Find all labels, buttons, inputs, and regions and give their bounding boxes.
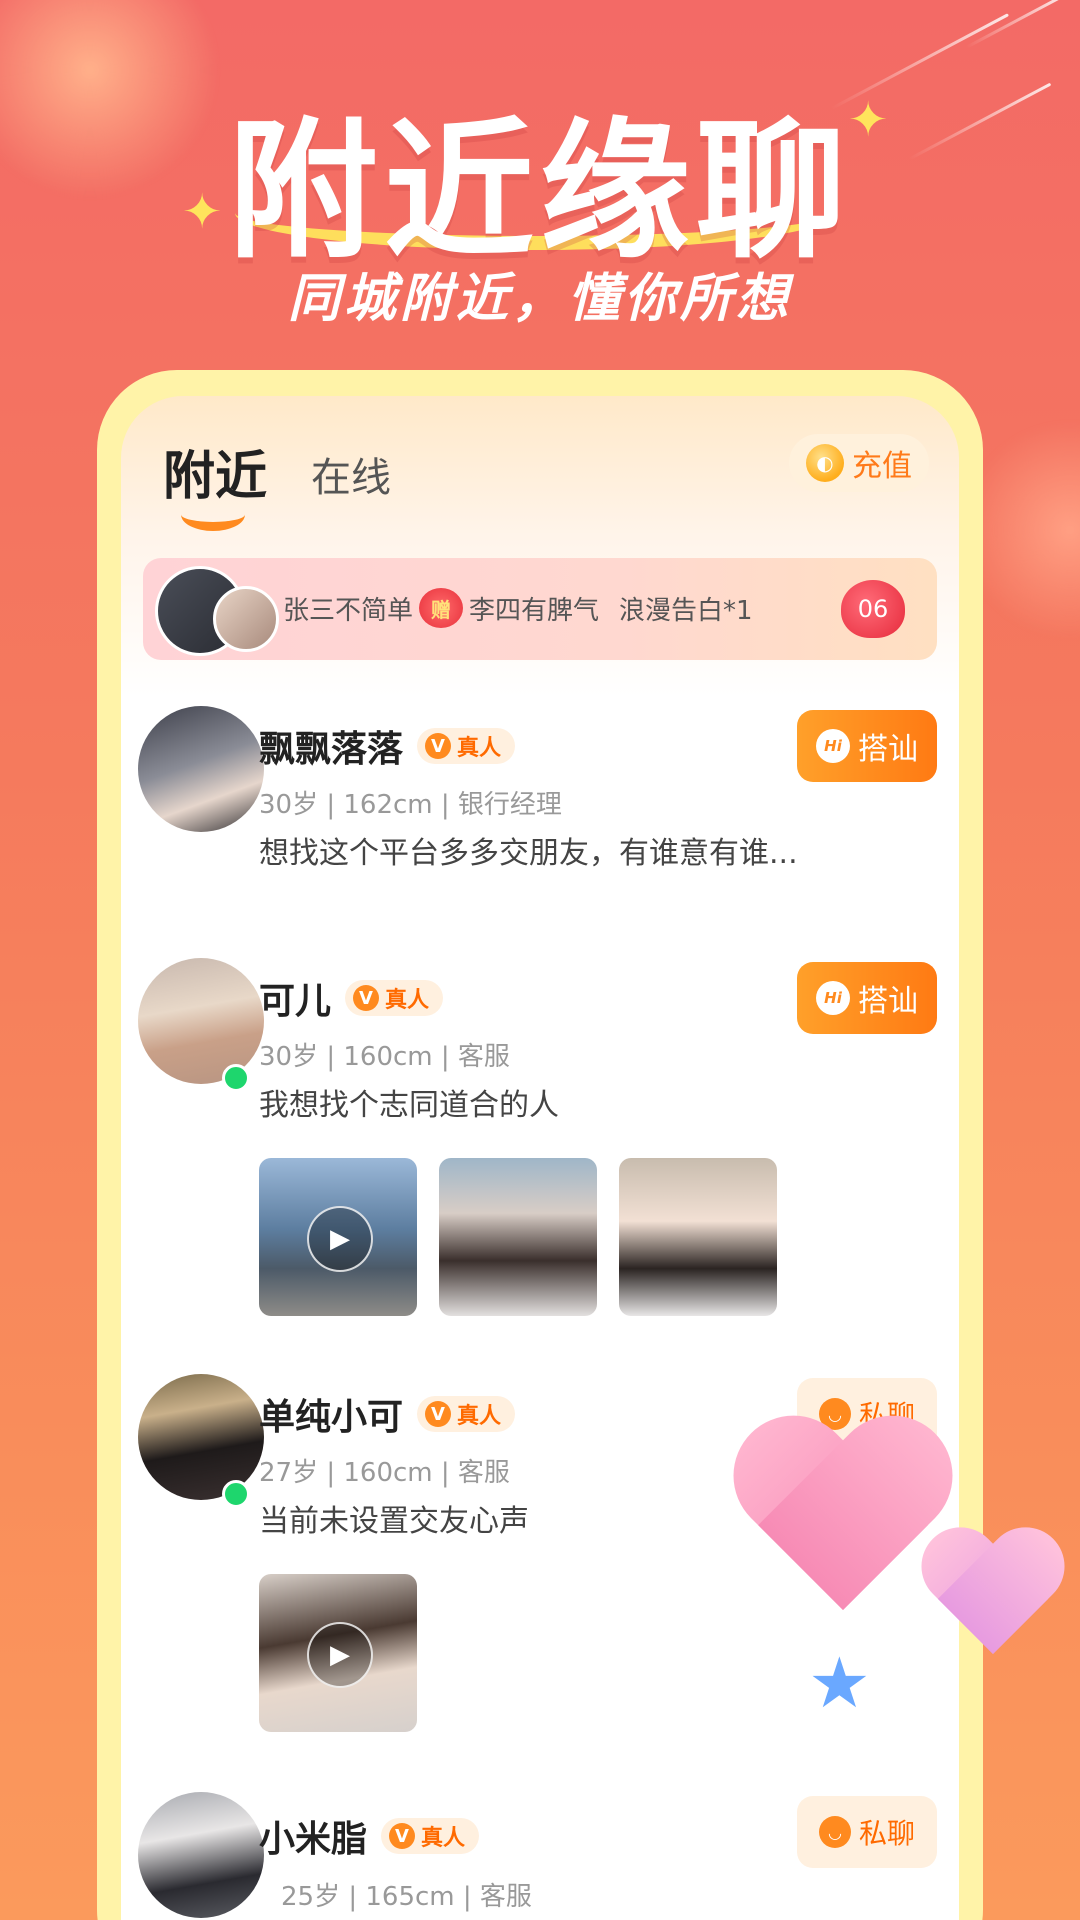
coin-icon: ◐ xyxy=(806,444,844,482)
hi-icon: Hi xyxy=(816,729,850,763)
gift-icon: 赠 xyxy=(419,588,464,628)
verified-label: 真人 xyxy=(421,1826,466,1851)
avatar xyxy=(213,586,279,652)
tab-online[interactable]: 在线 xyxy=(311,445,391,503)
hi-icon: Hi xyxy=(816,981,850,1015)
photo-thumbnail[interactable] xyxy=(619,1158,777,1316)
page-subtitle: 同城附近，懂你所想 xyxy=(287,269,792,329)
chat-label: 私聊 xyxy=(858,1817,915,1850)
verified-label: 真人 xyxy=(457,736,502,761)
heart-icon xyxy=(918,1530,1068,1680)
verified-icon: V xyxy=(425,1401,452,1427)
list-item[interactable]: 小米脂 V 真人 25岁 | 165cm | 客服 ◡ 私聊 xyxy=(121,1792,959,1920)
list-item[interactable]: 可儿 V 真人 30岁 | 160cm | 客服 我想找个志同道合的人 Hi 搭… xyxy=(121,958,959,1338)
avatar[interactable] xyxy=(138,958,264,1084)
recharge-button[interactable]: ◐ 充值 xyxy=(789,434,929,492)
verified-label: 真人 xyxy=(457,1404,502,1429)
name-row: 可儿 V 真人 xyxy=(259,972,444,1024)
chat-icon: ◡ xyxy=(818,1816,851,1848)
hearts-decoration: ★ xyxy=(728,1420,1078,1724)
user-meta: 25岁 | 165cm | 客服 xyxy=(281,1882,532,1912)
user-name: 单纯小可 xyxy=(259,1397,404,1438)
video-thumbnail[interactable]: ▶ xyxy=(259,1158,417,1316)
verified-badge: V 真人 xyxy=(345,980,444,1016)
greet-button[interactable]: Hi 搭讪 xyxy=(797,962,937,1034)
tab-bar: 附近 在线 xyxy=(163,434,391,531)
gift-banner[interactable]: 张三不简单 赠 李四有脾气 浪漫告白*1 06 xyxy=(143,558,937,660)
avatar[interactable] xyxy=(138,706,264,832)
user-meta: 27岁 | 160cm | 客服 xyxy=(259,1458,510,1488)
tab-nearby[interactable]: 附近 xyxy=(163,434,267,531)
receiver-name: 李四有脾气 xyxy=(469,595,600,626)
avatar[interactable] xyxy=(138,1374,264,1500)
verified-icon: V xyxy=(425,733,452,759)
name-row: 单纯小可 V 真人 xyxy=(259,1388,516,1440)
user-name: 小米脂 xyxy=(259,1819,368,1860)
gift-message: 张三不简单 赠 李四有脾气 浪漫告白*1 xyxy=(283,588,753,628)
star-icon: ★ xyxy=(808,1642,871,1724)
app-page: ✦ ✦ 附近缘聊 同城附近，懂你所想 附近 在线 ◐ 充值 张三不简单 赠 李四… xyxy=(0,0,1080,1920)
verified-badge: V 真人 xyxy=(417,728,516,764)
online-indicator xyxy=(222,1480,250,1508)
sender-name: 张三不简单 xyxy=(283,595,414,626)
play-icon[interactable]: ▶ xyxy=(307,1206,373,1272)
video-thumbnail[interactable]: ▶ xyxy=(259,1574,417,1732)
user-meta: 30岁 | 160cm | 客服 xyxy=(259,1042,510,1072)
user-bio: 我想找个志同道合的人 xyxy=(259,1088,559,1123)
verified-badge: V 真人 xyxy=(381,1818,480,1854)
photo-thumbnail[interactable] xyxy=(439,1158,597,1316)
recharge-label: 充值 xyxy=(852,449,912,484)
private-chat-button[interactable]: ◡ 私聊 xyxy=(797,1796,937,1868)
play-icon[interactable]: ▶ xyxy=(307,1622,373,1688)
page-title: 附近缘聊 xyxy=(227,105,852,279)
user-bio: 当前未设置交友心声 xyxy=(259,1504,529,1539)
verified-badge: V 真人 xyxy=(417,1396,516,1432)
user-name: 可儿 xyxy=(259,981,332,1022)
name-row: 飘飘落落 V 真人 xyxy=(259,720,516,772)
verified-label: 真人 xyxy=(385,988,430,1013)
heart-count-badge: 06 xyxy=(841,580,905,638)
active-tab-indicator xyxy=(181,498,245,531)
verified-icon: V xyxy=(389,1823,416,1849)
light-streak xyxy=(965,0,1065,49)
avatar[interactable] xyxy=(138,1792,264,1918)
online-indicator xyxy=(222,1064,250,1092)
user-bio: 想找这个平台多多交朋友，有谁意有谁... xyxy=(259,836,798,871)
greet-button[interactable]: Hi 搭讪 xyxy=(797,710,937,782)
user-meta: 30岁 | 162cm | 银行经理 xyxy=(259,790,562,820)
greet-label: 搭讪 xyxy=(858,732,918,767)
list-item[interactable]: 飘飘落落 V 真人 30岁 | 162cm | 银行经理 想找这个平台多多交朋友… xyxy=(121,706,959,886)
greet-label: 搭讪 xyxy=(858,984,918,1019)
name-row: 小米脂 V 真人 xyxy=(259,1810,480,1862)
user-name: 飘飘落落 xyxy=(259,729,404,770)
verified-icon: V xyxy=(353,985,380,1011)
gift-text: 浪漫告白*1 xyxy=(619,595,753,626)
